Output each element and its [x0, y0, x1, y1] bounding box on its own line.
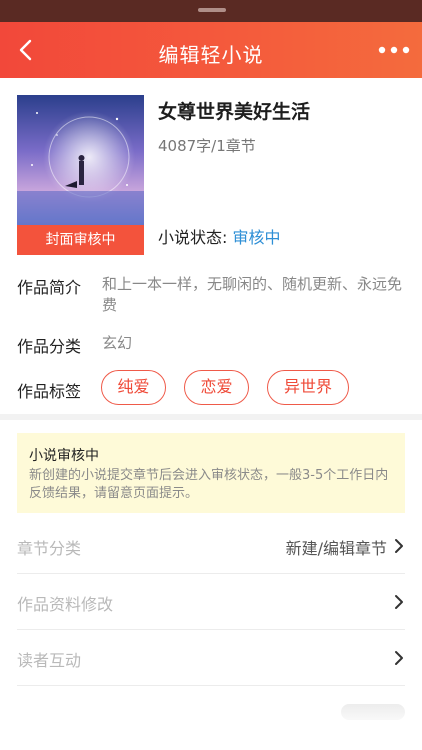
tag-item[interactable]: 恋爱 — [184, 370, 249, 405]
bottom-fade — [0, 690, 422, 750]
menu-edit-info[interactable]: 作品资料修改 — [17, 574, 405, 630]
tag-item[interactable]: 纯爱 — [101, 370, 166, 405]
menu-label: 作品资料修改 — [17, 595, 114, 614]
tags-label: 作品标签 — [17, 382, 82, 401]
tag-item[interactable]: 异世界 — [267, 370, 349, 405]
book-cover[interactable]: 封面审核中 — [17, 95, 144, 255]
review-notice: 小说审核中 新创建的小说提交章节后会进入审核状态，一般3-5个工作日内反馈结果，… — [17, 433, 405, 513]
menu-label: 读者互动 — [17, 651, 82, 670]
navbar: 编辑轻小说 — [0, 22, 422, 78]
intro-label: 作品简介 — [17, 278, 82, 297]
more-dots-icon[interactable] — [378, 40, 410, 60]
menu-value: 新建/编辑章节 — [285, 539, 387, 558]
category-value: 玄幻 — [102, 334, 133, 352]
page-title: 编辑轻小说 — [158, 43, 264, 67]
chevron-right-icon — [395, 539, 403, 553]
drag-handle[interactable] — [198, 8, 226, 12]
status-label: 小说状态: — [158, 228, 228, 247]
notice-title: 小说审核中 — [29, 448, 99, 464]
intro-value: 和上一本一样，无聊闲的、随机更新、永远免费 — [102, 275, 403, 314]
novel-status: 小说状态: 审核中 — [158, 224, 281, 248]
status-value: 审核中 — [232, 228, 281, 247]
notice-text: 新创建的小说提交章节后会进入审核状态，一般3-5个工作日内反馈结果，请留意页面提… — [29, 468, 389, 501]
category-label: 作品分类 — [17, 337, 82, 356]
menu-chapter-category[interactable]: 章节分类 新建/编辑章节 — [17, 518, 405, 574]
book-title: 女尊世界美好生活 — [158, 101, 311, 123]
status-strip — [0, 0, 422, 22]
cover-review-badge: 封面审核中 — [17, 225, 144, 255]
menu-label: 章节分类 — [17, 539, 82, 558]
chevron-right-icon — [395, 651, 403, 665]
menu-reader-interaction[interactable]: 读者互动 — [17, 630, 405, 686]
book-meta: 4087字/1章节 — [158, 137, 256, 155]
section-divider — [0, 414, 422, 420]
chevron-right-icon — [395, 595, 403, 609]
